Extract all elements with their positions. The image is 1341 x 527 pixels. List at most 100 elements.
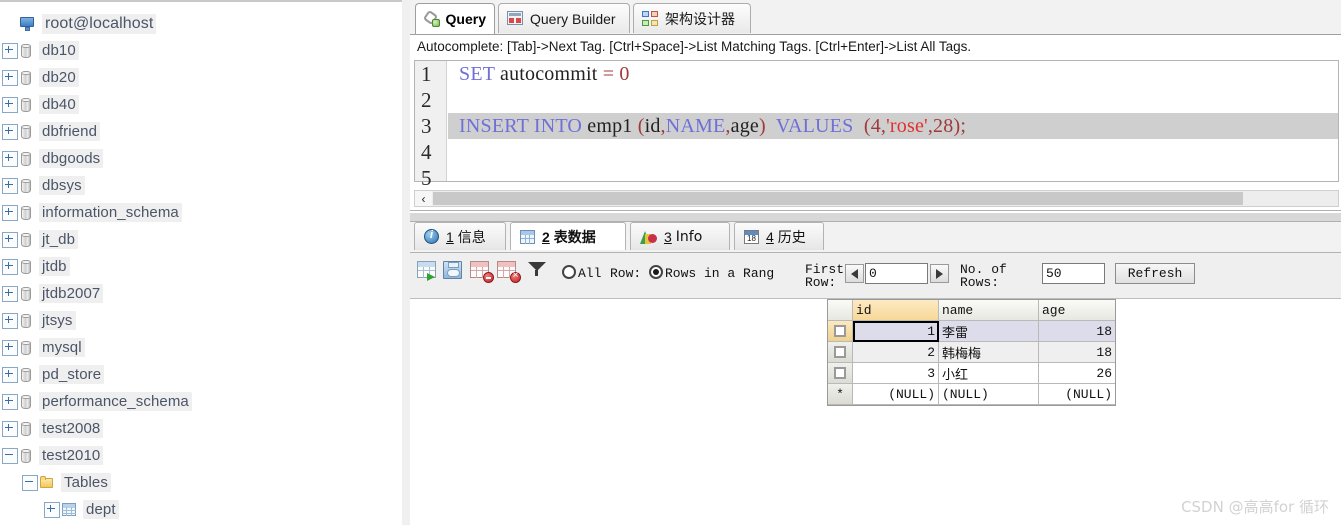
tree-item-database[interactable]: db40 [2,91,79,118]
tree-item-database[interactable]: test2010 [2,442,104,469]
cell-age[interactable]: 26 [1039,363,1115,384]
sql-editor[interactable]: 12345 SET autocommit = 0 INSERT INTO emp… [414,60,1339,190]
result-tab-label: Info [675,228,703,245]
expand-plus-icon[interactable] [2,204,18,221]
tree-item-database[interactable]: performance_schema [2,388,192,415]
radio-all[interactable] [562,265,576,279]
expand-plus-icon[interactable] [2,258,18,275]
expand-plus-icon[interactable] [2,231,18,248]
result-tab-3[interactable]: 3 Info [630,222,730,250]
tree-item-database[interactable]: jtdb2007 [2,280,104,307]
database-icon [20,313,32,329]
first-row-next-button[interactable] [930,264,949,283]
database-icon [20,151,32,167]
row-selector-cell[interactable] [828,321,853,342]
cell-id[interactable]: 3 [853,363,939,384]
filter-button[interactable] [528,261,550,280]
checkbox-icon[interactable] [834,346,846,358]
tab-query-builder[interactable]: Query Builder [498,3,630,33]
expand-plus-icon[interactable] [2,366,18,383]
sql-code-area[interactable]: SET autocommit = 0 INSERT INTO emp1 (id,… [448,61,1338,181]
tree-item-database[interactable]: jtdb [2,253,70,280]
expand-plus-icon[interactable] [44,501,60,518]
table-row[interactable]: 1 李雷 18 [828,321,1115,342]
line-number: 2 [421,88,432,112]
cell-name[interactable]: 韩梅梅 [939,342,1039,363]
tree-item-database[interactable]: jtsys [2,307,76,334]
expand-plus-icon[interactable] [2,123,18,140]
expand-plus-icon[interactable] [2,393,18,410]
column-header-id[interactable]: id [853,300,939,321]
tree-item-database[interactable]: jt_db [2,226,79,253]
grid-toolbar: All Row: Rows in a Rang First Row: 0 No. of R… [410,252,1341,299]
delete-all-rows-button[interactable] [497,261,521,283]
cell-id[interactable]: 1 [853,321,939,342]
expand-plus-icon[interactable] [2,150,18,167]
expand-plus-icon[interactable] [2,339,18,356]
table-data-grid[interactable]: id name age 1 李雷 18 2 韩梅梅 18 3 小红 26 * (NULL) (NULL) (N… [827,299,1116,406]
expand-plus-icon[interactable] [2,312,18,329]
expand-plus-icon[interactable] [2,420,18,437]
column-header-name[interactable]: name [939,300,1039,321]
tree-item-database[interactable]: dbfriend [2,118,101,145]
tree-item-database[interactable]: dbgoods [2,145,104,172]
cell-name[interactable]: 李雷 [939,321,1039,342]
result-tab-1[interactable]: 1信息 [414,222,506,250]
expand-plus-icon[interactable] [2,69,18,86]
tree-item-tables-folder[interactable]: Tables [22,469,111,496]
checkbox-icon[interactable] [834,325,846,337]
tab-schema-designer[interactable]: 架构设计器 [633,3,751,33]
tree-item-database[interactable]: information_schema [2,199,182,226]
expand-plus-icon[interactable] [2,42,18,59]
first-row-prev-button[interactable] [845,264,864,283]
new-row-cell-name[interactable]: (NULL) [939,384,1039,405]
expand-plus-icon[interactable] [2,177,18,194]
calendar-icon [744,229,759,244]
new-row-marker[interactable]: * [828,384,853,405]
editor-tab-bar: Query Query Builder 架构设计器 [410,0,1341,35]
collapse-minus-icon[interactable] [22,474,38,491]
tree-item-database[interactable]: mysql [2,334,85,361]
new-row[interactable]: * (NULL) (NULL) (NULL) [828,384,1115,405]
tab-query[interactable]: Query [415,3,495,34]
cell-name[interactable]: 小红 [939,363,1039,384]
refresh-button[interactable]: Refresh [1115,263,1195,284]
expand-plus-icon[interactable] [2,285,18,302]
database-icon [20,340,32,356]
delete-row-button[interactable] [470,261,494,283]
code-token: 0 [619,63,630,85]
tree-item-database[interactable]: db10 [2,37,79,64]
scrollbar-thumb[interactable] [433,192,1243,205]
table-row[interactable]: 2 韩梅梅 18 [828,342,1115,363]
cell-age[interactable]: 18 [1039,321,1115,342]
checkbox-icon[interactable] [834,367,846,379]
first-row-input[interactable]: 0 [865,263,928,284]
tree-item-database[interactable]: dbsys [2,172,85,199]
tree-item-table[interactable]: dept [44,496,119,523]
radio-rows-in-range[interactable] [649,265,663,279]
tab-label: Query [445,11,486,27]
result-tab-4[interactable]: 4历史 [734,222,824,250]
result-tab-2[interactable]: 2 表数据 [510,222,626,250]
editor-horizontal-scrollbar[interactable]: ‹ [414,190,1339,207]
table-row[interactable]: 3 小红 26 [828,363,1115,384]
scroll-left-arrow-icon[interactable]: ‹ [415,191,432,206]
tree-item-database[interactable]: test2008 [2,415,104,442]
database-tree-panel[interactable]: root@localhost db10 db20 db40 dbfriend dbgood… [0,0,408,527]
no-of-rows-input[interactable]: 50 [1042,263,1105,284]
tree-item-root[interactable]: root@localhost [4,10,157,37]
cell-id[interactable]: 2 [853,342,939,363]
row-selector-cell[interactable] [828,342,853,363]
tree-item-database[interactable]: pd_store [2,361,105,388]
new-row-cell-age[interactable]: (NULL) [1039,384,1115,405]
collapse-minus-icon[interactable] [2,447,18,464]
column-header-age[interactable]: age [1039,300,1115,321]
cell-age[interactable]: 18 [1039,342,1115,363]
row-selector-cell[interactable] [828,363,853,384]
save-changes-button[interactable] [443,261,465,280]
expand-plus-icon[interactable] [2,96,18,113]
tree-item-database[interactable]: db20 [2,64,79,91]
add-row-button[interactable] [417,261,439,281]
new-row-cell-id[interactable]: (NULL) [853,384,939,405]
